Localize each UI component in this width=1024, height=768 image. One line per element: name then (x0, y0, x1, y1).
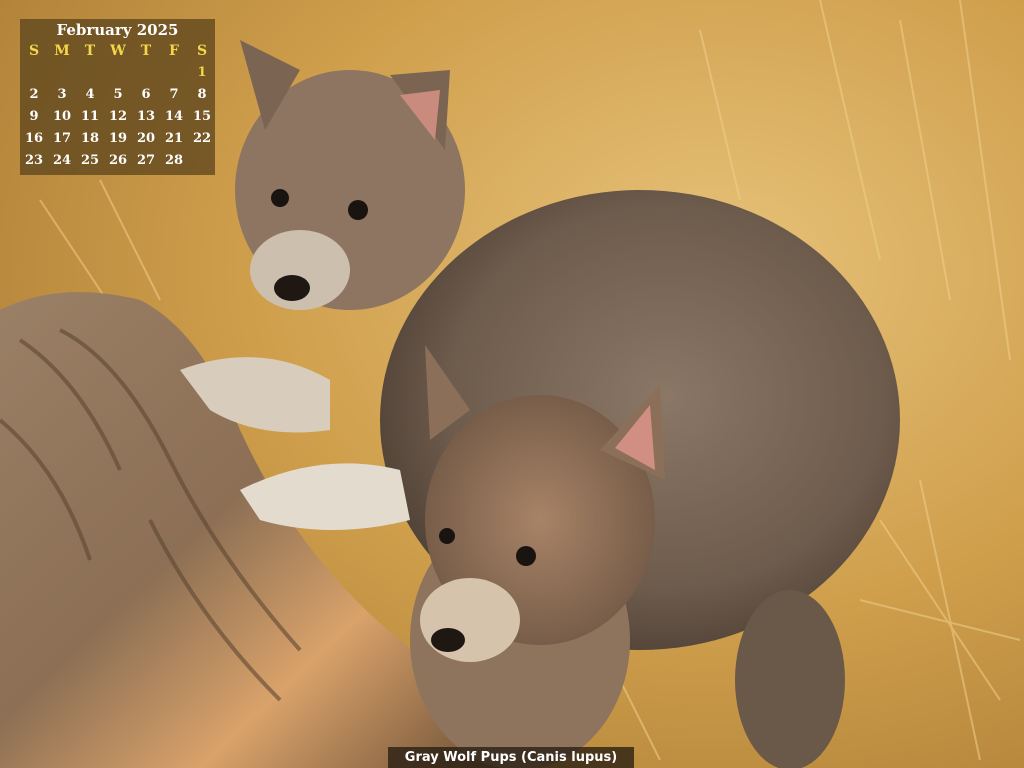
calendar-day: 27 (136, 153, 156, 168)
calendar-day: 9 (29, 109, 39, 124)
calendar-day: 1 (197, 65, 207, 80)
calendar-blank-cell (76, 62, 104, 84)
calendar-day: 28 (164, 153, 184, 168)
calendar-title: February 2025 (56, 21, 179, 39)
calendar-day: 23 (24, 153, 44, 168)
back-pup-eye-left (271, 189, 289, 207)
calendar-weekday-header: S (28, 43, 40, 59)
calendar-day: 15 (192, 109, 212, 124)
calendar-day: 24 (52, 153, 72, 168)
calendar-day: 3 (57, 87, 67, 102)
calendar-day: 22 (192, 131, 212, 146)
calendar-day: 16 (24, 131, 44, 146)
calendar-day: 2 (29, 87, 39, 102)
calendar-weekday-header: S (196, 43, 208, 59)
calendar-weekday-header: W (110, 43, 126, 59)
photo-caption: Gray Wolf Pups (Canis lupus) (388, 747, 634, 768)
calendar-weekday-header: M (54, 43, 70, 59)
calendar-blank-cell (160, 62, 188, 84)
front-pup-eye-left (439, 528, 455, 544)
calendar-day: 6 (141, 87, 151, 102)
calendar-day: 12 (108, 109, 128, 124)
calendar-day: 20 (136, 131, 156, 146)
back-pup-eye-right (348, 200, 368, 220)
calendar-day: 19 (108, 131, 128, 146)
calendar-day: 17 (52, 131, 72, 146)
calendar-day: 21 (164, 131, 184, 146)
front-pup-eye-right (516, 546, 536, 566)
calendar-blank-cell (104, 62, 132, 84)
calendar-weekday-header: T (140, 43, 152, 59)
calendar-day: 10 (52, 109, 72, 124)
calendar-widget: February 2025 S M T W T F S 1 2 3 4 5 6 7 8 9 10 11 12 13 14… (20, 19, 215, 175)
front-pup-muzzle (420, 578, 520, 662)
calendar-day: 5 (113, 87, 123, 102)
calendar-day: 25 (80, 153, 100, 168)
calendar-day: 4 (85, 87, 95, 102)
back-pup-nose (274, 275, 310, 301)
calendar-day: 11 (80, 109, 100, 124)
back-pup-leg (735, 590, 845, 768)
calendar-blank-cell (132, 62, 160, 84)
calendar-blank-cell (20, 62, 48, 84)
calendar-day: 14 (164, 109, 184, 124)
calendar-weekday-header: F (169, 43, 179, 59)
calendar-day: 8 (197, 87, 207, 102)
calendar-day: 26 (108, 153, 128, 168)
calendar-blank-cell (48, 62, 76, 84)
calendar-day: 13 (136, 109, 156, 124)
calendar-day: 7 (169, 87, 179, 102)
calendar-day: 18 (80, 131, 100, 146)
calendar-weekday-header: T (84, 43, 96, 59)
front-pup-nose (431, 628, 465, 652)
calendar-grid: S M T W T F S 1 2 3 4 5 6 7 8 9 10 11 12 13 14 15 16 17 18 19 20 21… (20, 40, 215, 172)
